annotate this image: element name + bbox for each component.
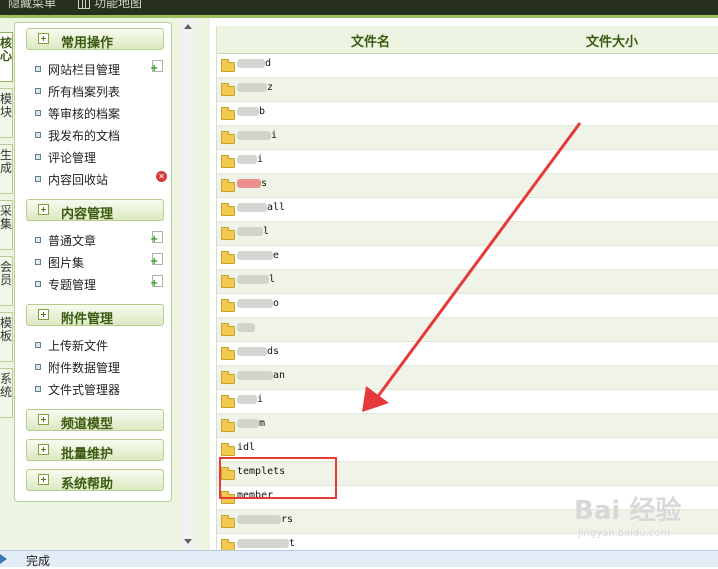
play-icon (0, 554, 7, 564)
watermark-url: jingyan.baidu.com (578, 528, 671, 539)
watermark: Bai 经验 (574, 496, 682, 526)
status-bar: 完成 (0, 550, 718, 568)
red-arrow (362, 122, 582, 412)
status-text: 完成 (26, 554, 51, 568)
